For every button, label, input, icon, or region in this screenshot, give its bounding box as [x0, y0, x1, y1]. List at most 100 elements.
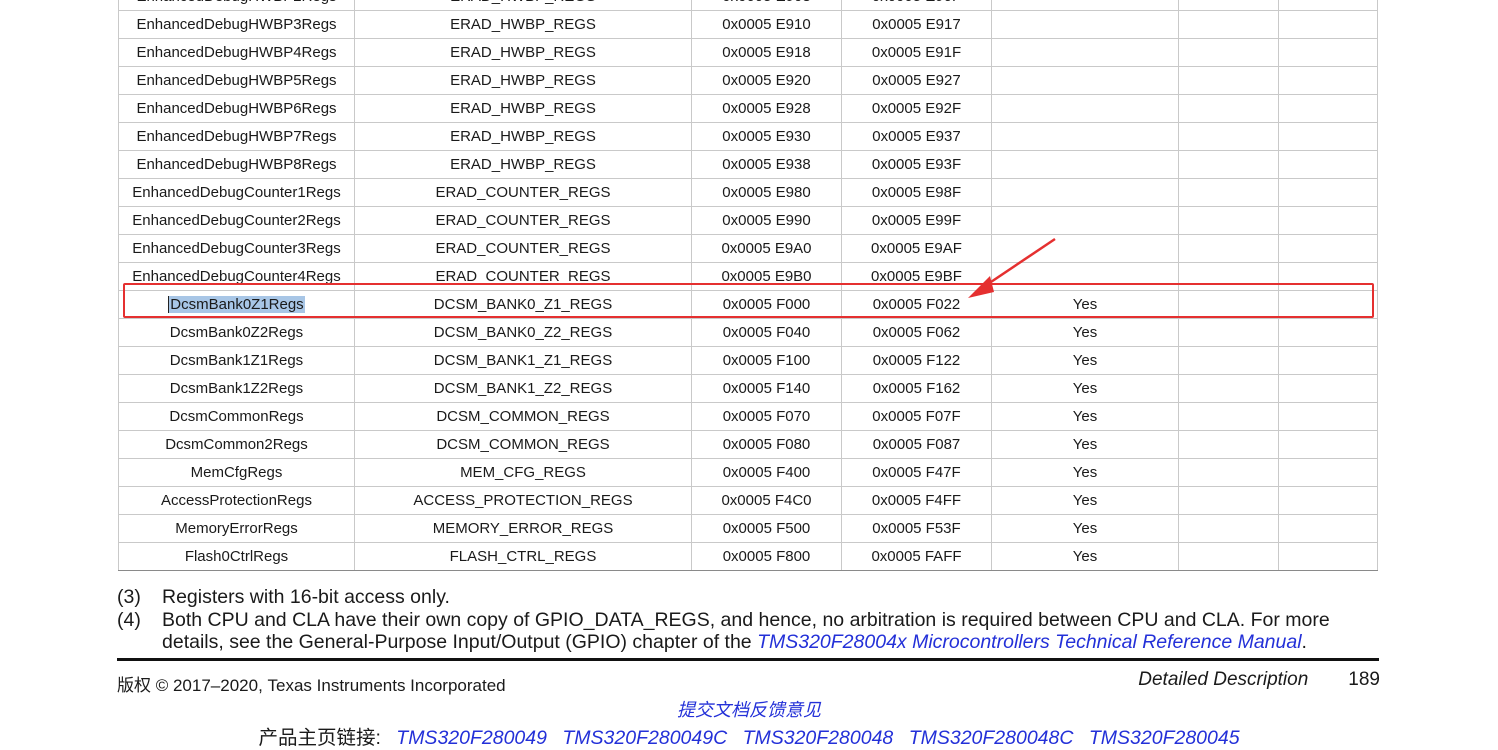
extra-cell	[1278, 458, 1378, 487]
register-name-cell: EnhancedDebugHWBP5Regs	[118, 66, 355, 95]
feedback-link[interactable]: 提交文档反馈意见	[0, 696, 1498, 722]
end-address-cell: 0x0005 E93F	[841, 150, 992, 179]
start-address-cell: 0x0005 E908	[691, 0, 842, 11]
register-name-cell: MemCfgRegs	[118, 458, 355, 487]
register-name-cell: EnhancedDebugCounter1Regs	[118, 178, 355, 207]
register-name-cell: AccessProtectionRegs	[118, 486, 355, 515]
highlight-box	[123, 283, 1374, 318]
footnote-3: (3) Registers with 16-bit access only.	[117, 586, 1379, 609]
extra-cell	[1278, 318, 1378, 347]
table-row: MemCfgRegs MEM_CFG_REGS 0x0005 F400 0x0005 …	[118, 458, 1378, 487]
footnote-text: Registers with 16-bit access only.	[162, 586, 450, 608]
end-address-cell: 0x0005 F07F	[841, 402, 992, 431]
end-address-cell: 0x0005 E98F	[841, 178, 992, 207]
extra-cell	[1178, 0, 1279, 11]
table-row: EnhancedDebugCounter3Regs ERAD_COUNTER_RE…	[118, 234, 1378, 263]
extra-cell	[1278, 94, 1378, 123]
struct-name-cell: MEMORY_ERROR_REGS	[354, 514, 692, 543]
table-row: DcsmBank0Z2Regs DCSM_BANK0_Z2_REGS 0x0005 …	[118, 318, 1378, 347]
start-address-cell: 0x0005 E918	[691, 38, 842, 67]
extra-cell	[1178, 206, 1279, 235]
end-address-cell: 0x0005 E91F	[841, 38, 992, 67]
copyright: 版权 © 2017–2020, Texas Instruments Incorp…	[117, 676, 506, 695]
extra-cell	[1178, 94, 1279, 123]
start-address-cell: 0x0005 F500	[691, 514, 842, 543]
end-address-cell: 0x0005 E937	[841, 122, 992, 151]
protected-cell	[991, 38, 1179, 67]
protected-cell: Yes	[991, 318, 1179, 347]
start-address-cell: 0x0005 E910	[691, 10, 842, 39]
protected-cell	[991, 150, 1179, 179]
register-name-cell: EnhancedDebugHWBP3Regs	[118, 10, 355, 39]
struct-name-cell: ERAD_HWBP_REGS	[354, 0, 692, 11]
protected-cell	[991, 94, 1179, 123]
extra-cell	[1178, 38, 1279, 67]
extra-cell	[1178, 318, 1279, 347]
extra-cell	[1278, 122, 1378, 151]
register-name-cell: DcsmBank1Z2Regs	[118, 374, 355, 403]
footnotes: (3) Registers with 16-bit access only. (…	[117, 586, 1379, 654]
end-address-cell: 0x0005 F47F	[841, 458, 992, 487]
red-arrow-icon	[968, 237, 1056, 298]
register-name-cell: EnhancedDebugCounter3Regs	[118, 234, 355, 263]
start-address-cell: 0x0005 F4C0	[691, 486, 842, 515]
end-address-cell: 0x0005 E92F	[841, 94, 992, 123]
extra-cell	[1178, 402, 1279, 431]
protected-cell	[991, 66, 1179, 95]
register-name-cell: EnhancedDebugHWBP7Regs	[118, 122, 355, 151]
table-row: EnhancedDebugHWBP3Regs ERAD_HWBP_REGS 0x00…	[118, 10, 1378, 39]
struct-name-cell: ERAD_COUNTER_REGS	[354, 234, 692, 263]
struct-name-cell: FLASH_CTRL_REGS	[354, 542, 692, 571]
struct-name-cell: DCSM_COMMON_REGS	[354, 402, 692, 431]
table-row: EnhancedDebugHWBP2RegsERAD_HWBP_REGS0x00…	[118, 0, 1378, 11]
product-link[interactable]: TMS320F280045	[1089, 727, 1240, 749]
end-address-cell: 0x0005 F122	[841, 346, 992, 375]
product-link[interactable]: TMS320F280048C	[909, 727, 1074, 749]
product-link[interactable]: TMS320F280049C	[562, 727, 727, 749]
start-address-cell: 0x0005 E930	[691, 122, 842, 151]
product-link[interactable]: TMS320F280048	[743, 727, 894, 749]
trm-link[interactable]: TMS320F28004x Microcontrollers Technical…	[757, 631, 1301, 653]
protected-cell	[991, 178, 1179, 207]
register-name-cell: DcsmBank1Z1Regs	[118, 346, 355, 375]
end-address-cell: 0x0005 F162	[841, 374, 992, 403]
extra-cell	[1178, 234, 1279, 263]
table-row: DcsmCommon2Regs DCSM_COMMON_REGS 0x0005 F0…	[118, 430, 1378, 459]
table-row: DcsmBank1Z2Regs DCSM_BANK1_Z2_REGS 0x0005 …	[118, 374, 1378, 403]
extra-cell	[1278, 346, 1378, 375]
footnote-number: (3)	[117, 586, 141, 608]
struct-name-cell: ERAD_HWBP_REGS	[354, 94, 692, 123]
protected-cell	[991, 122, 1179, 151]
extra-cell	[1178, 346, 1279, 375]
product-label: 产品主页链接:	[258, 727, 381, 749]
protected-cell: Yes	[991, 430, 1179, 459]
start-address-cell: 0x0005 F040	[691, 318, 842, 347]
end-address-cell: 0x0005 E917	[841, 10, 992, 39]
register-name-cell: EnhancedDebugHWBP2Regs	[118, 0, 355, 11]
end-address-cell: 0x0005 F53F	[841, 514, 992, 543]
product-link[interactable]: TMS320F280049	[396, 727, 547, 749]
register-name-cell: EnhancedDebugHWBP8Regs	[118, 150, 355, 179]
start-address-cell: 0x0005 F140	[691, 374, 842, 403]
register-name-cell: EnhancedDebugCounter2Regs	[118, 206, 355, 235]
start-address-cell: 0x0005 E980	[691, 178, 842, 207]
table-row: EnhancedDebugHWBP5Regs ERAD_HWBP_REGS 0x00…	[118, 66, 1378, 95]
extra-cell	[1178, 178, 1279, 207]
footnote-number: (4)	[117, 608, 141, 631]
footer-rule	[117, 658, 1379, 661]
table-row: DcsmBank1Z1Regs DCSM_BANK1_Z1_REGS 0x0005 …	[118, 346, 1378, 375]
start-address-cell: 0x0005 F080	[691, 430, 842, 459]
table-row: AccessProtectionRegs ACCESS_PROTECTION_RE…	[118, 486, 1378, 515]
extra-cell	[1278, 206, 1378, 235]
protected-cell: Yes	[991, 402, 1179, 431]
struct-name-cell: DCSM_COMMON_REGS	[354, 430, 692, 459]
table-row: DcsmCommonRegs DCSM_COMMON_REGS 0x0005 F07…	[118, 402, 1378, 431]
end-address-cell: 0x0005 F062	[841, 318, 992, 347]
extra-cell	[1278, 486, 1378, 515]
table-row: EnhancedDebugHWBP6Regs ERAD_HWBP_REGS 0x00…	[118, 94, 1378, 123]
extra-cell	[1278, 234, 1378, 263]
footnote-text: Both CPU and CLA have their own copy of …	[162, 609, 1379, 654]
extra-cell	[1178, 458, 1279, 487]
struct-name-cell: ERAD_HWBP_REGS	[354, 38, 692, 67]
struct-name-cell: ERAD_COUNTER_REGS	[354, 206, 692, 235]
